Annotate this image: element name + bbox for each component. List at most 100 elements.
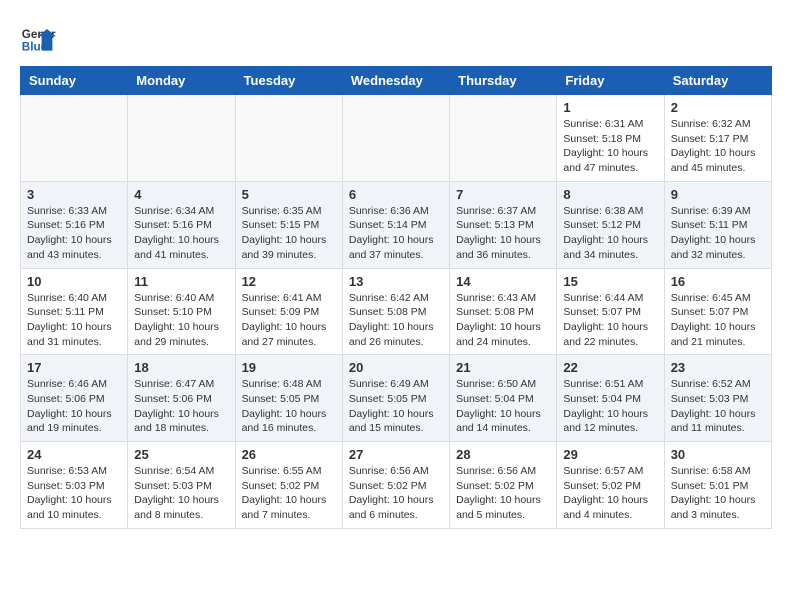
day-number: 13 xyxy=(349,274,443,289)
calendar-cell: 5Sunrise: 6:35 AM Sunset: 5:15 PM Daylig… xyxy=(235,181,342,268)
day-number: 14 xyxy=(456,274,550,289)
calendar-cell: 7 Sunrise: 6:37 AM Sunset: 5:13 PM Daylig… xyxy=(450,181,557,268)
day-number: 11 xyxy=(134,274,228,289)
day-number: 1 xyxy=(563,100,657,115)
day-info: Sunrise: 6:51 AM Sunset: 5:04 PM Dayligh… xyxy=(563,377,657,436)
day-number: 18 xyxy=(134,360,228,375)
calendar-cell xyxy=(128,95,235,182)
day-info: Sunrise: 6:46 AM Sunset: 5:06 PM Dayligh… xyxy=(27,377,121,436)
week-row-2: 3 Sunrise: 6:33 AM Sunset: 5:16 PM Daylig… xyxy=(21,181,772,268)
day-info: Sunrise: 6:35 AM Sunset: 5:15 PM Dayligh… xyxy=(242,204,336,263)
day-number: 23 xyxy=(671,360,765,375)
day-info: Sunrise: 6:33 AM Sunset: 5:16 PM Dayligh… xyxy=(27,204,121,263)
calendar-table: SundayMondayTuesdayWednesdayThursdayFrid… xyxy=(20,66,772,529)
day-number: 2 xyxy=(671,100,765,115)
day-number: 19 xyxy=(242,360,336,375)
calendar-cell xyxy=(21,95,128,182)
calendar-cell: 19 Sunrise: 6:48 AM Sunset: 5:05 PM Dayli… xyxy=(235,355,342,442)
week-row-4: 17 Sunrise: 6:46 AM Sunset: 5:06 PM Dayli… xyxy=(21,355,772,442)
day-number: 8 xyxy=(563,187,657,202)
day-number: 9 xyxy=(671,187,765,202)
weekday-header-thursday: Thursday xyxy=(450,67,557,95)
calendar-cell: 22Sunrise: 6:51 AM Sunset: 5:04 PM Dayli… xyxy=(557,355,664,442)
calendar-cell: 16 Sunrise: 6:45 AM Sunset: 5:07 PM Dayli… xyxy=(664,268,771,355)
day-info: Sunrise: 6:43 AM Sunset: 5:08 PM Dayligh… xyxy=(456,291,550,350)
week-row-3: 10 Sunrise: 6:40 AM Sunset: 5:11 PM Dayli… xyxy=(21,268,772,355)
calendar-cell: 15Sunrise: 6:44 AM Sunset: 5:07 PM Dayli… xyxy=(557,268,664,355)
week-row-5: 24 Sunrise: 6:53 AM Sunset: 5:03 PM Dayli… xyxy=(21,442,772,529)
day-info: Sunrise: 6:57 AM Sunset: 5:02 PM Dayligh… xyxy=(563,464,657,523)
calendar-cell xyxy=(342,95,449,182)
day-info: Sunrise: 6:34 AM Sunset: 5:16 PM Dayligh… xyxy=(134,204,228,263)
day-info: Sunrise: 6:52 AM Sunset: 5:03 PM Dayligh… xyxy=(671,377,765,436)
calendar-cell: 13 Sunrise: 6:42 AM Sunset: 5:08 PM Dayli… xyxy=(342,268,449,355)
day-number: 27 xyxy=(349,447,443,462)
day-info: Sunrise: 6:56 AM Sunset: 5:02 PM Dayligh… xyxy=(349,464,443,523)
day-number: 24 xyxy=(27,447,121,462)
calendar-cell xyxy=(450,95,557,182)
day-number: 4 xyxy=(134,187,228,202)
weekday-header-friday: Friday xyxy=(557,67,664,95)
calendar-cell: 23 Sunrise: 6:52 AM Sunset: 5:03 PM Dayli… xyxy=(664,355,771,442)
day-number: 12 xyxy=(242,274,336,289)
calendar-cell: 9 Sunrise: 6:39 AM Sunset: 5:11 PM Daylig… xyxy=(664,181,771,268)
logo-icon: General Blue xyxy=(20,20,56,56)
day-info: Sunrise: 6:58 AM Sunset: 5:01 PM Dayligh… xyxy=(671,464,765,523)
calendar-cell: 21Sunrise: 6:50 AM Sunset: 5:04 PM Dayli… xyxy=(450,355,557,442)
calendar-cell: 14 Sunrise: 6:43 AM Sunset: 5:08 PM Dayli… xyxy=(450,268,557,355)
weekday-header-monday: Monday xyxy=(128,67,235,95)
day-number: 28 xyxy=(456,447,550,462)
calendar-cell: 10 Sunrise: 6:40 AM Sunset: 5:11 PM Dayli… xyxy=(21,268,128,355)
day-number: 7 xyxy=(456,187,550,202)
calendar-cell: 2 Sunrise: 6:32 AM Sunset: 5:17 PM Daylig… xyxy=(664,95,771,182)
calendar-cell: 6 Sunrise: 6:36 AM Sunset: 5:14 PM Daylig… xyxy=(342,181,449,268)
calendar-cell: 17 Sunrise: 6:46 AM Sunset: 5:06 PM Dayli… xyxy=(21,355,128,442)
calendar-cell: 26 Sunrise: 6:55 AM Sunset: 5:02 PM Dayli… xyxy=(235,442,342,529)
day-number: 10 xyxy=(27,274,121,289)
day-number: 20 xyxy=(349,360,443,375)
calendar-cell: 11 Sunrise: 6:40 AM Sunset: 5:10 PM Dayli… xyxy=(128,268,235,355)
day-number: 30 xyxy=(671,447,765,462)
calendar-cell: 29 Sunrise: 6:57 AM Sunset: 5:02 PM Dayli… xyxy=(557,442,664,529)
day-info: Sunrise: 6:56 AM Sunset: 5:02 PM Dayligh… xyxy=(456,464,550,523)
calendar-cell: 18Sunrise: 6:47 AM Sunset: 5:06 PM Dayli… xyxy=(128,355,235,442)
day-info: Sunrise: 6:49 AM Sunset: 5:05 PM Dayligh… xyxy=(349,377,443,436)
day-number: 25 xyxy=(134,447,228,462)
day-info: Sunrise: 6:38 AM Sunset: 5:12 PM Dayligh… xyxy=(563,204,657,263)
day-info: Sunrise: 6:54 AM Sunset: 5:03 PM Dayligh… xyxy=(134,464,228,523)
day-number: 29 xyxy=(563,447,657,462)
day-info: Sunrise: 6:45 AM Sunset: 5:07 PM Dayligh… xyxy=(671,291,765,350)
day-info: Sunrise: 6:55 AM Sunset: 5:02 PM Dayligh… xyxy=(242,464,336,523)
day-number: 26 xyxy=(242,447,336,462)
calendar-cell: 28 Sunrise: 6:56 AM Sunset: 5:02 PM Dayli… xyxy=(450,442,557,529)
day-info: Sunrise: 6:39 AM Sunset: 5:11 PM Dayligh… xyxy=(671,204,765,263)
weekday-header-wednesday: Wednesday xyxy=(342,67,449,95)
logo: General Blue xyxy=(20,20,56,56)
day-info: Sunrise: 6:40 AM Sunset: 5:11 PM Dayligh… xyxy=(27,291,121,350)
calendar-cell: 8 Sunrise: 6:38 AM Sunset: 5:12 PM Daylig… xyxy=(557,181,664,268)
day-info: Sunrise: 6:32 AM Sunset: 5:17 PM Dayligh… xyxy=(671,117,765,176)
day-info: Sunrise: 6:36 AM Sunset: 5:14 PM Dayligh… xyxy=(349,204,443,263)
weekday-header-tuesday: Tuesday xyxy=(235,67,342,95)
weekday-header-row: SundayMondayTuesdayWednesdayThursdayFrid… xyxy=(21,67,772,95)
day-number: 15 xyxy=(563,274,657,289)
day-info: Sunrise: 6:37 AM Sunset: 5:13 PM Dayligh… xyxy=(456,204,550,263)
day-info: Sunrise: 6:48 AM Sunset: 5:05 PM Dayligh… xyxy=(242,377,336,436)
day-number: 17 xyxy=(27,360,121,375)
calendar-cell: 1 Sunrise: 6:31 AM Sunset: 5:18 PM Daylig… xyxy=(557,95,664,182)
day-number: 6 xyxy=(349,187,443,202)
day-info: Sunrise: 6:31 AM Sunset: 5:18 PM Dayligh… xyxy=(563,117,657,176)
day-number: 16 xyxy=(671,274,765,289)
day-info: Sunrise: 6:53 AM Sunset: 5:03 PM Dayligh… xyxy=(27,464,121,523)
calendar-cell xyxy=(235,95,342,182)
day-info: Sunrise: 6:41 AM Sunset: 5:09 PM Dayligh… xyxy=(242,291,336,350)
weekday-header-saturday: Saturday xyxy=(664,67,771,95)
calendar-cell: 3 Sunrise: 6:33 AM Sunset: 5:16 PM Daylig… xyxy=(21,181,128,268)
calendar-cell: 12 Sunrise: 6:41 AM Sunset: 5:09 PM Dayli… xyxy=(235,268,342,355)
day-info: Sunrise: 6:42 AM Sunset: 5:08 PM Dayligh… xyxy=(349,291,443,350)
week-row-1: 1 Sunrise: 6:31 AM Sunset: 5:18 PM Daylig… xyxy=(21,95,772,182)
day-info: Sunrise: 6:40 AM Sunset: 5:10 PM Dayligh… xyxy=(134,291,228,350)
calendar-cell: 20 Sunrise: 6:49 AM Sunset: 5:05 PM Dayli… xyxy=(342,355,449,442)
day-number: 3 xyxy=(27,187,121,202)
day-info: Sunrise: 6:50 AM Sunset: 5:04 PM Dayligh… xyxy=(456,377,550,436)
